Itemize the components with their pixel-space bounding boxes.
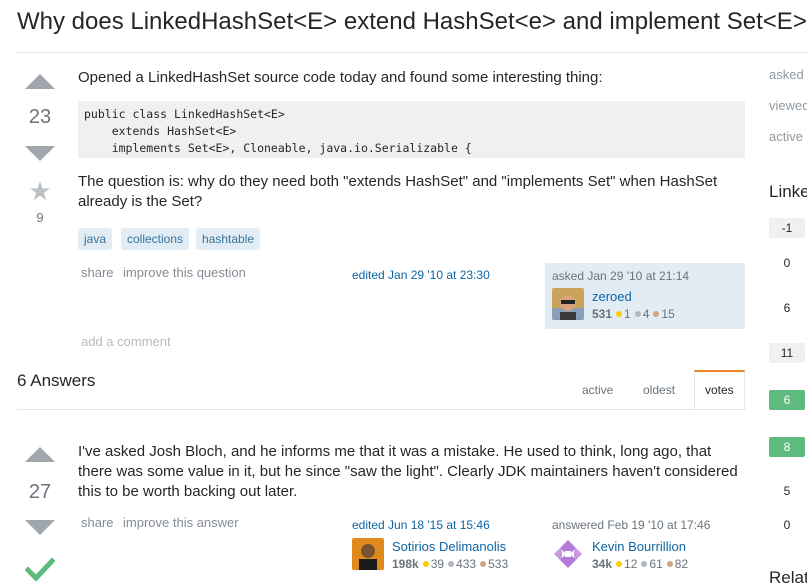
answer-edited-link[interactable]: edited Jun 18 '15 at 15:46 xyxy=(352,518,490,532)
gold-badge-count: 1 xyxy=(624,307,631,321)
linked-question-score[interactable]: 6 xyxy=(769,298,805,318)
linked-question-score[interactable]: -1 xyxy=(769,218,805,238)
improve-question-link[interactable]: improve this question xyxy=(123,265,246,280)
linked-question-score[interactable]: 8 xyxy=(769,437,805,457)
question-title[interactable]: Why does LinkedHashSet<E> extend HashSet… xyxy=(17,8,807,36)
answer-body-text: I've asked Josh Bloch, and he informs me… xyxy=(78,443,738,500)
question-body-text: The question is: why do they need both "… xyxy=(78,173,718,210)
upvote-arrow-icon[interactable] xyxy=(25,74,55,89)
answer-editor-reputation: 198k 39 433 533 xyxy=(392,557,508,571)
question-vote-count: 23 xyxy=(28,106,52,128)
improve-answer-link[interactable]: improve this answer xyxy=(123,515,239,530)
silver-badge-icon xyxy=(448,561,455,568)
question-owner-reputation: 531 1 4 15 xyxy=(592,307,675,321)
linked-question-score[interactable]: 11 xyxy=(769,343,805,363)
sidebar-stat-active: active xyxy=(769,129,803,144)
reputation-score: 531 xyxy=(592,307,613,321)
tag-java[interactable]: java xyxy=(78,228,113,250)
silver-badge-icon xyxy=(634,311,641,318)
linked-question-score[interactable]: 0 xyxy=(769,253,805,273)
silver-badge-count: 61 xyxy=(649,557,663,571)
sidebar-stat-viewed: viewed xyxy=(769,98,807,113)
share-answer-link[interactable]: share xyxy=(81,515,114,530)
answers-count-header: 6 Answers xyxy=(17,371,96,390)
bronze-badge-icon xyxy=(653,311,660,318)
question-asked-time: asked Jan 29 '10 at 21:14 xyxy=(552,269,690,283)
bronze-badge-icon xyxy=(480,561,487,568)
question-body-intro: Opened a LinkedHashSet source code today… xyxy=(78,69,603,86)
gold-badge-icon xyxy=(422,561,429,568)
share-question-link[interactable]: share xyxy=(81,265,114,280)
tab-active[interactable]: active xyxy=(582,383,613,397)
code-line: extends HashSet<E> xyxy=(84,124,237,138)
reputation-score: 198k xyxy=(392,557,419,571)
gold-badge-icon xyxy=(616,311,623,318)
sidebar-linked-heading: Linked xyxy=(769,182,807,201)
code-line: implements Set<E>, Cloneable, java.io.Se… xyxy=(84,141,472,155)
linked-question-score[interactable]: 6 xyxy=(769,390,805,410)
reputation-score: 34k xyxy=(592,557,613,571)
zeroed-avatar[interactable] xyxy=(552,288,584,320)
add-comment-link[interactable]: add a comment xyxy=(81,334,171,349)
gold-badge-count: 39 xyxy=(430,557,445,571)
answers-divider xyxy=(17,409,745,410)
sotirios-avatar[interactable] xyxy=(352,538,384,570)
kevin-avatar[interactable] xyxy=(552,538,584,570)
favorite-count: 9 xyxy=(36,210,44,225)
gold-badge-icon xyxy=(616,561,623,568)
code-line: public class LinkedHashSet<E> xyxy=(84,107,285,121)
question-code-block: public class LinkedHashSet<E> extends Ha… xyxy=(78,101,745,158)
linked-question-score[interactable]: 5 xyxy=(769,481,805,501)
bronze-badge-count: 82 xyxy=(674,557,689,571)
favorite-star-icon[interactable]: ★ xyxy=(17,178,63,204)
gold-badge-count: 12 xyxy=(624,557,638,571)
answer-answered-time: answered Feb 19 '10 at 17:46 xyxy=(552,518,711,532)
answer-author-reputation: 34k 12 61 82 xyxy=(592,557,688,571)
bronze-badge-count: 533 xyxy=(488,557,509,571)
answer-author-name[interactable]: Kevin Bourrillion xyxy=(592,539,686,554)
tag-hashtable[interactable]: hashtable xyxy=(196,228,261,250)
linked-question-score[interactable]: 0 xyxy=(769,515,805,535)
silver-badge-icon xyxy=(641,561,648,568)
silver-badge-count: 4 xyxy=(642,307,650,321)
question-owner-name[interactable]: zeroed xyxy=(592,289,632,304)
right-sidebar: asked viewed active Linked -1 0 6 11 6 8 5 0 Re… xyxy=(769,0,807,585)
title-divider xyxy=(17,52,807,53)
answer-editor-name[interactable]: Sotirios Delimanolis xyxy=(392,539,506,554)
sidebar-stat-asked: asked xyxy=(769,67,804,82)
accepted-checkmark-icon xyxy=(24,555,56,585)
answer-vote-count: 27 xyxy=(28,481,52,503)
silver-badge-count: 433 xyxy=(456,557,477,571)
answer-downvote-arrow-icon[interactable] xyxy=(25,520,55,535)
downvote-arrow-icon[interactable] xyxy=(25,146,55,161)
bronze-badge-icon xyxy=(666,561,673,568)
tab-oldest[interactable]: oldest xyxy=(643,383,675,397)
question-edited-link[interactable]: edited Jan 29 '10 at 23:30 xyxy=(352,268,490,282)
answer-upvote-arrow-icon[interactable] xyxy=(25,447,55,462)
tag-collections[interactable]: collections xyxy=(121,228,190,250)
tab-votes[interactable]: votes xyxy=(705,383,734,397)
sidebar-related-heading: Related xyxy=(769,568,807,585)
bronze-badge-count: 15 xyxy=(661,307,675,321)
